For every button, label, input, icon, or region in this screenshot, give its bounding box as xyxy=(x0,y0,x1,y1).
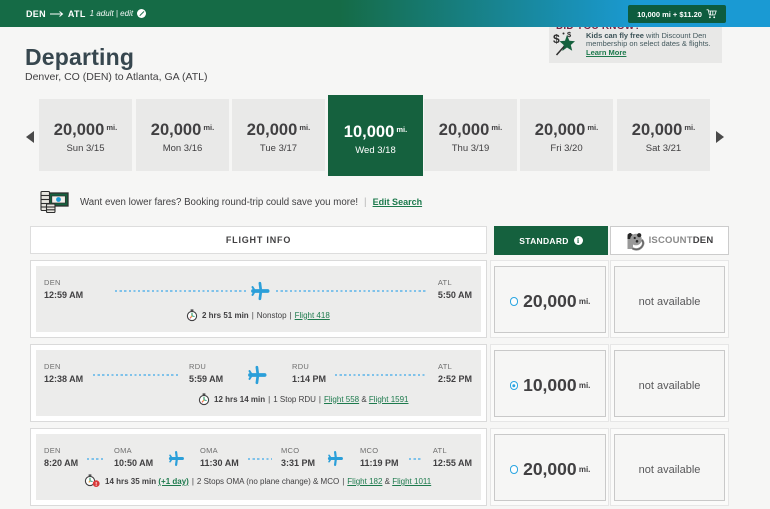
svg-text:$: $ xyxy=(553,32,560,46)
svg-text:!: ! xyxy=(95,482,97,488)
